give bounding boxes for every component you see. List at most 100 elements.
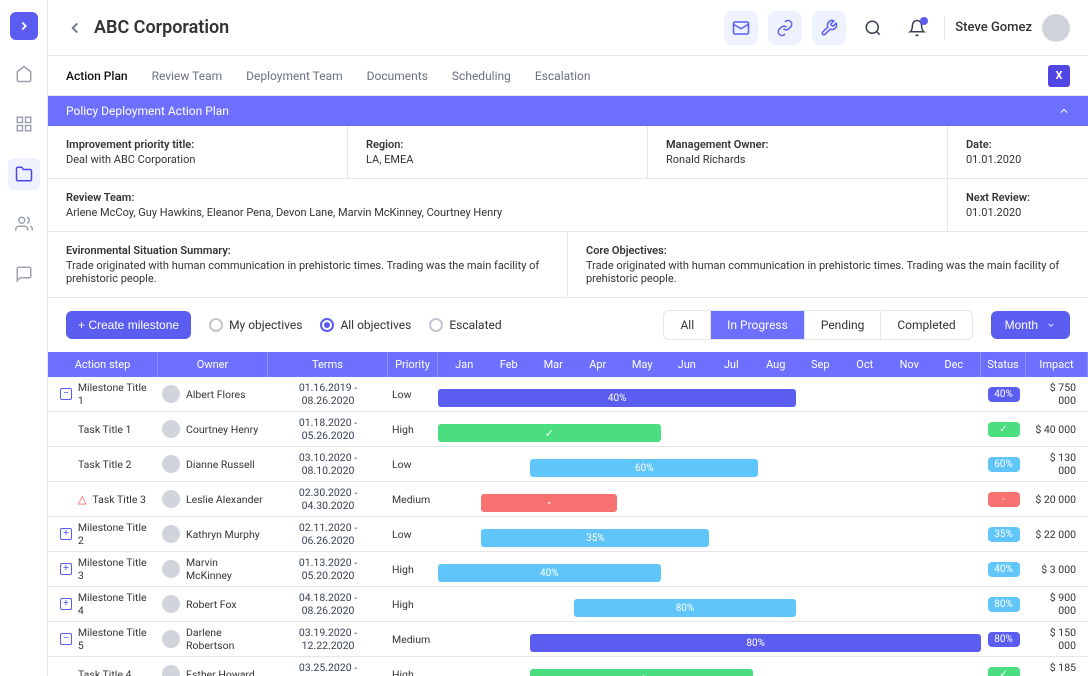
owner-name: Darlene Robertson bbox=[186, 626, 264, 652]
row-title: Milestone Title 1 bbox=[78, 381, 154, 407]
user-avatar[interactable] bbox=[1042, 14, 1070, 42]
month-dropdown[interactable]: Month bbox=[991, 311, 1070, 339]
create-milestone-button[interactable]: + Create milestone bbox=[66, 311, 191, 339]
filter-in-progress[interactable]: In Progress bbox=[711, 311, 805, 339]
table-row[interactable]: Task Title 1Courtney Henry01.18.2020 - 0… bbox=[48, 412, 1088, 447]
table-row[interactable]: −Milestone Title 5Darlene Robertson03.19… bbox=[48, 622, 1088, 657]
table-row[interactable]: △Task Title 3Leslie Alexander02.30.2020 … bbox=[48, 482, 1088, 517]
gantt-bar[interactable] bbox=[481, 494, 617, 512]
gantt-bar[interactable]: 40% bbox=[438, 564, 661, 582]
owner-avatar bbox=[162, 455, 180, 473]
table-row[interactable]: Task Title 4Esther Howard03.25.2020 - 08… bbox=[48, 657, 1088, 676]
notifications-button[interactable] bbox=[900, 11, 934, 45]
table-row[interactable]: +Milestone Title 4Robert Fox04.18.2020 -… bbox=[48, 587, 1088, 622]
owner-avatar bbox=[162, 560, 180, 578]
table-row[interactable]: −Milestone Title 1Albert Flores01.16.201… bbox=[48, 377, 1088, 412]
owner-avatar bbox=[162, 665, 180, 676]
sidebar-grid[interactable] bbox=[8, 108, 40, 140]
sidebar-users[interactable] bbox=[8, 208, 40, 240]
tab-documents[interactable]: Documents bbox=[367, 56, 428, 95]
tab-action-plan[interactable]: Action Plan bbox=[66, 56, 128, 95]
owner-name: Dianne Russell bbox=[186, 458, 255, 471]
gantt-bar[interactable]: 60% bbox=[530, 459, 758, 477]
back-button[interactable] bbox=[66, 19, 84, 37]
topbar: ABC Corporation Steve Gomez bbox=[48, 0, 1088, 56]
status-badge: - bbox=[988, 492, 1020, 507]
search-button[interactable] bbox=[856, 11, 890, 45]
link-button[interactable] bbox=[768, 11, 802, 45]
chevron-up-icon bbox=[1058, 105, 1070, 117]
sidebar-chat[interactable] bbox=[8, 258, 40, 290]
owner-name: Leslie Alexander bbox=[186, 493, 263, 506]
table-row[interactable]: +Milestone Title 3Marvin McKinney01.13.2… bbox=[48, 552, 1088, 587]
radio-all-objectives[interactable]: All objectives bbox=[320, 318, 411, 332]
impact-value: $ 22 000 bbox=[1026, 524, 1088, 545]
tab-escalation[interactable]: Escalation bbox=[535, 56, 591, 95]
status-badge: 80% bbox=[988, 597, 1020, 612]
filter-pending[interactable]: Pending bbox=[805, 311, 882, 339]
impact-value: $ 750 000 bbox=[1026, 377, 1088, 411]
owner-name: Courtney Henry bbox=[186, 423, 258, 436]
status-badge: 80% bbox=[988, 632, 1020, 647]
owner-name: Esther Howard bbox=[186, 668, 255, 676]
owner-name: Marvin McKinney bbox=[186, 556, 264, 582]
filter-completed[interactable]: Completed bbox=[881, 311, 971, 339]
tab-scheduling[interactable]: Scheduling bbox=[452, 56, 511, 95]
row-title: Task Title 2 bbox=[78, 458, 131, 471]
impact-value: $ 3 000 bbox=[1026, 559, 1088, 580]
collapse-icon[interactable]: − bbox=[60, 633, 72, 645]
excel-export[interactable]: X bbox=[1048, 65, 1070, 87]
owner-avatar bbox=[162, 490, 180, 508]
sidebar-home[interactable] bbox=[8, 58, 40, 90]
table-header: Action step Owner Terms Priority JanFebM… bbox=[48, 352, 1088, 377]
owner-avatar bbox=[162, 630, 180, 648]
impact-value: $ 130 000 bbox=[1026, 447, 1088, 481]
row-title: Milestone Title 2 bbox=[78, 521, 154, 547]
radio-escalated[interactable]: Escalated bbox=[429, 318, 501, 332]
collapse-icon[interactable]: − bbox=[60, 388, 72, 400]
gantt-bar[interactable]: 80% bbox=[574, 599, 797, 617]
impact-value: $ 40 000 bbox=[1026, 419, 1088, 440]
user-name[interactable]: Steve Gomez bbox=[955, 20, 1032, 35]
row-title: Milestone Title 5 bbox=[78, 626, 154, 652]
impact-value: $ 150 000 bbox=[1026, 622, 1088, 656]
gantt-bar[interactable] bbox=[438, 424, 661, 442]
owner-avatar bbox=[162, 525, 180, 543]
owner-avatar bbox=[162, 385, 180, 403]
filter-all[interactable]: All bbox=[664, 311, 711, 339]
gantt-bar[interactable]: 40% bbox=[438, 389, 796, 407]
tool-button[interactable] bbox=[812, 11, 846, 45]
status-badge: 60% bbox=[988, 457, 1020, 472]
owner-avatar bbox=[162, 420, 180, 438]
expand-icon[interactable]: + bbox=[60, 528, 72, 540]
row-title: Task Title 3 bbox=[92, 493, 145, 506]
owner-avatar bbox=[162, 595, 180, 613]
status-badge: 40% bbox=[988, 387, 1020, 402]
mail-button[interactable] bbox=[724, 11, 758, 45]
status-badge: 40% bbox=[988, 562, 1020, 577]
owner-name: Robert Fox bbox=[186, 598, 237, 611]
sidebar-folder[interactable] bbox=[8, 158, 40, 190]
row-title: Task Title 4 bbox=[78, 668, 131, 676]
impact-value: $ 900 000 bbox=[1026, 587, 1088, 621]
row-title: Milestone Title 4 bbox=[78, 591, 154, 617]
gantt-bar[interactable]: 80% bbox=[530, 634, 981, 652]
row-title: Milestone Title 3 bbox=[78, 556, 154, 582]
row-title: Task Title 1 bbox=[78, 423, 131, 436]
status-badge bbox=[988, 667, 1020, 676]
sidebar bbox=[0, 0, 48, 676]
radio-my-objectives[interactable]: My objectives bbox=[209, 318, 302, 332]
app-logo[interactable] bbox=[10, 12, 38, 40]
table-row[interactable]: Task Title 2Dianne Russell03.10.2020 - 0… bbox=[48, 447, 1088, 482]
gantt-bar[interactable]: 35% bbox=[481, 529, 709, 547]
impact-value: $ 185 000 bbox=[1026, 657, 1088, 676]
table-row[interactable]: +Milestone Title 2Kathryn Murphy02.11.20… bbox=[48, 517, 1088, 552]
expand-icon[interactable]: + bbox=[60, 563, 72, 575]
tab-review-team[interactable]: Review Team bbox=[152, 56, 223, 95]
status-badge: 35% bbox=[988, 527, 1020, 542]
tabs: Action Plan Review Team Deployment Team Doc… bbox=[48, 56, 1088, 96]
tab-deployment-team[interactable]: Deployment Team bbox=[246, 56, 343, 95]
gantt-bar[interactable] bbox=[530, 669, 753, 676]
panel-header[interactable]: Policy Deployment Action Plan bbox=[48, 96, 1088, 126]
expand-icon[interactable]: + bbox=[60, 598, 72, 610]
